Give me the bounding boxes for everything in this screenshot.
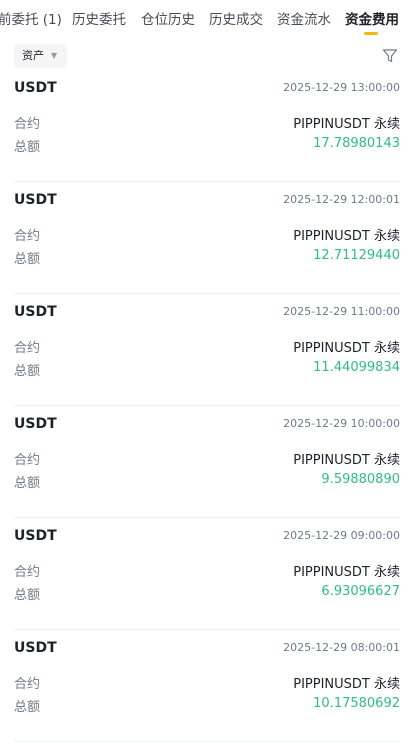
amount-value: 6.93096627 <box>321 584 400 599</box>
list-item[interactable]: USDT 2025-12-29 08:00:01 合约 PIPPINUSDT 永… <box>14 630 400 742</box>
asset-name: USDT <box>14 192 57 208</box>
contract-label: 合约 <box>14 565 41 580</box>
asset-name: USDT <box>14 304 57 320</box>
amount-value: 12.71129440 <box>313 248 400 263</box>
list-item[interactable]: USDT 2025-12-29 10:00:00 合约 PIPPINUSDT 永… <box>14 406 400 518</box>
contract-label: 合约 <box>14 677 41 692</box>
tab-position-history[interactable]: 仓位历史 <box>141 8 195 28</box>
asset-filter-dropdown[interactable]: 资产 ▼ <box>14 44 68 68</box>
list-item[interactable]: USDT 2025-12-29 09:00:00 合约 PIPPINUSDT 永… <box>14 518 400 630</box>
total-label: 总额 <box>14 140 41 155</box>
tab-order-history[interactable]: 历史委托 <box>72 8 126 28</box>
tab-bar: 前委托 (1) 历史委托 仓位历史 历史成交 资金流水 资金费用 <box>0 0 414 36</box>
asset-name: USDT <box>14 640 57 656</box>
contract-label: 合约 <box>14 341 41 356</box>
record-time: 2025-12-29 08:00:01 <box>283 641 400 654</box>
asset-name: USDT <box>14 528 57 544</box>
active-tab-indicator <box>364 32 378 35</box>
list-item[interactable]: USDT 2025-12-29 11:00:00 合约 PIPPINUSDT 永… <box>14 294 400 406</box>
filter-funnel-icon[interactable] <box>382 48 398 64</box>
contract-value: PIPPINUSDT 永续 <box>293 677 400 692</box>
contract-label: 合约 <box>14 117 41 132</box>
contract-value: PIPPINUSDT 永续 <box>293 453 400 468</box>
contract-value: PIPPINUSDT 永续 <box>293 229 400 244</box>
record-time: 2025-12-29 11:00:00 <box>283 305 400 318</box>
amount-value: 11.44099834 <box>313 360 400 375</box>
tab-transaction-history[interactable]: 资金流水 <box>277 8 331 28</box>
record-time: 2025-12-29 10:00:00 <box>283 417 400 430</box>
record-time: 2025-12-29 13:00:00 <box>283 81 400 94</box>
asset-name: USDT <box>14 416 57 432</box>
amount-value: 9.59880890 <box>321 472 400 487</box>
total-label: 总额 <box>14 700 41 715</box>
amount-value: 17.78980143 <box>313 136 400 151</box>
contract-value: PIPPINUSDT 永续 <box>293 565 400 580</box>
filter-toolbar: 资产 ▼ <box>0 44 414 70</box>
total-label: 总额 <box>14 476 41 491</box>
funding-fee-list: USDT 2025-12-29 13:00:00 合约 PIPPINUSDT 永… <box>0 70 414 742</box>
total-label: 总额 <box>14 364 41 379</box>
total-label: 总额 <box>14 252 41 267</box>
caret-down-icon: ▼ <box>51 51 58 60</box>
contract-label: 合约 <box>14 229 41 244</box>
total-label: 总额 <box>14 588 41 603</box>
contract-value: PIPPINUSDT 永续 <box>293 341 400 356</box>
contract-value: PIPPINUSDT 永续 <box>293 117 400 132</box>
tab-funding-fee[interactable]: 资金费用 <box>345 8 399 28</box>
asset-name: USDT <box>14 80 57 96</box>
tab-trade-history[interactable]: 历史成交 <box>209 8 263 28</box>
record-time: 2025-12-29 09:00:00 <box>283 529 400 542</box>
amount-value: 10.17580692 <box>313 696 400 711</box>
contract-label: 合约 <box>14 453 41 468</box>
asset-filter-label: 资产 <box>22 49 44 62</box>
record-time: 2025-12-29 12:00:01 <box>283 193 400 206</box>
list-item[interactable]: USDT 2025-12-29 12:00:01 合约 PIPPINUSDT 永… <box>14 182 400 294</box>
list-item[interactable]: USDT 2025-12-29 13:00:00 合约 PIPPINUSDT 永… <box>14 70 400 182</box>
tab-open-orders[interactable]: 前委托 (1) <box>0 8 62 28</box>
